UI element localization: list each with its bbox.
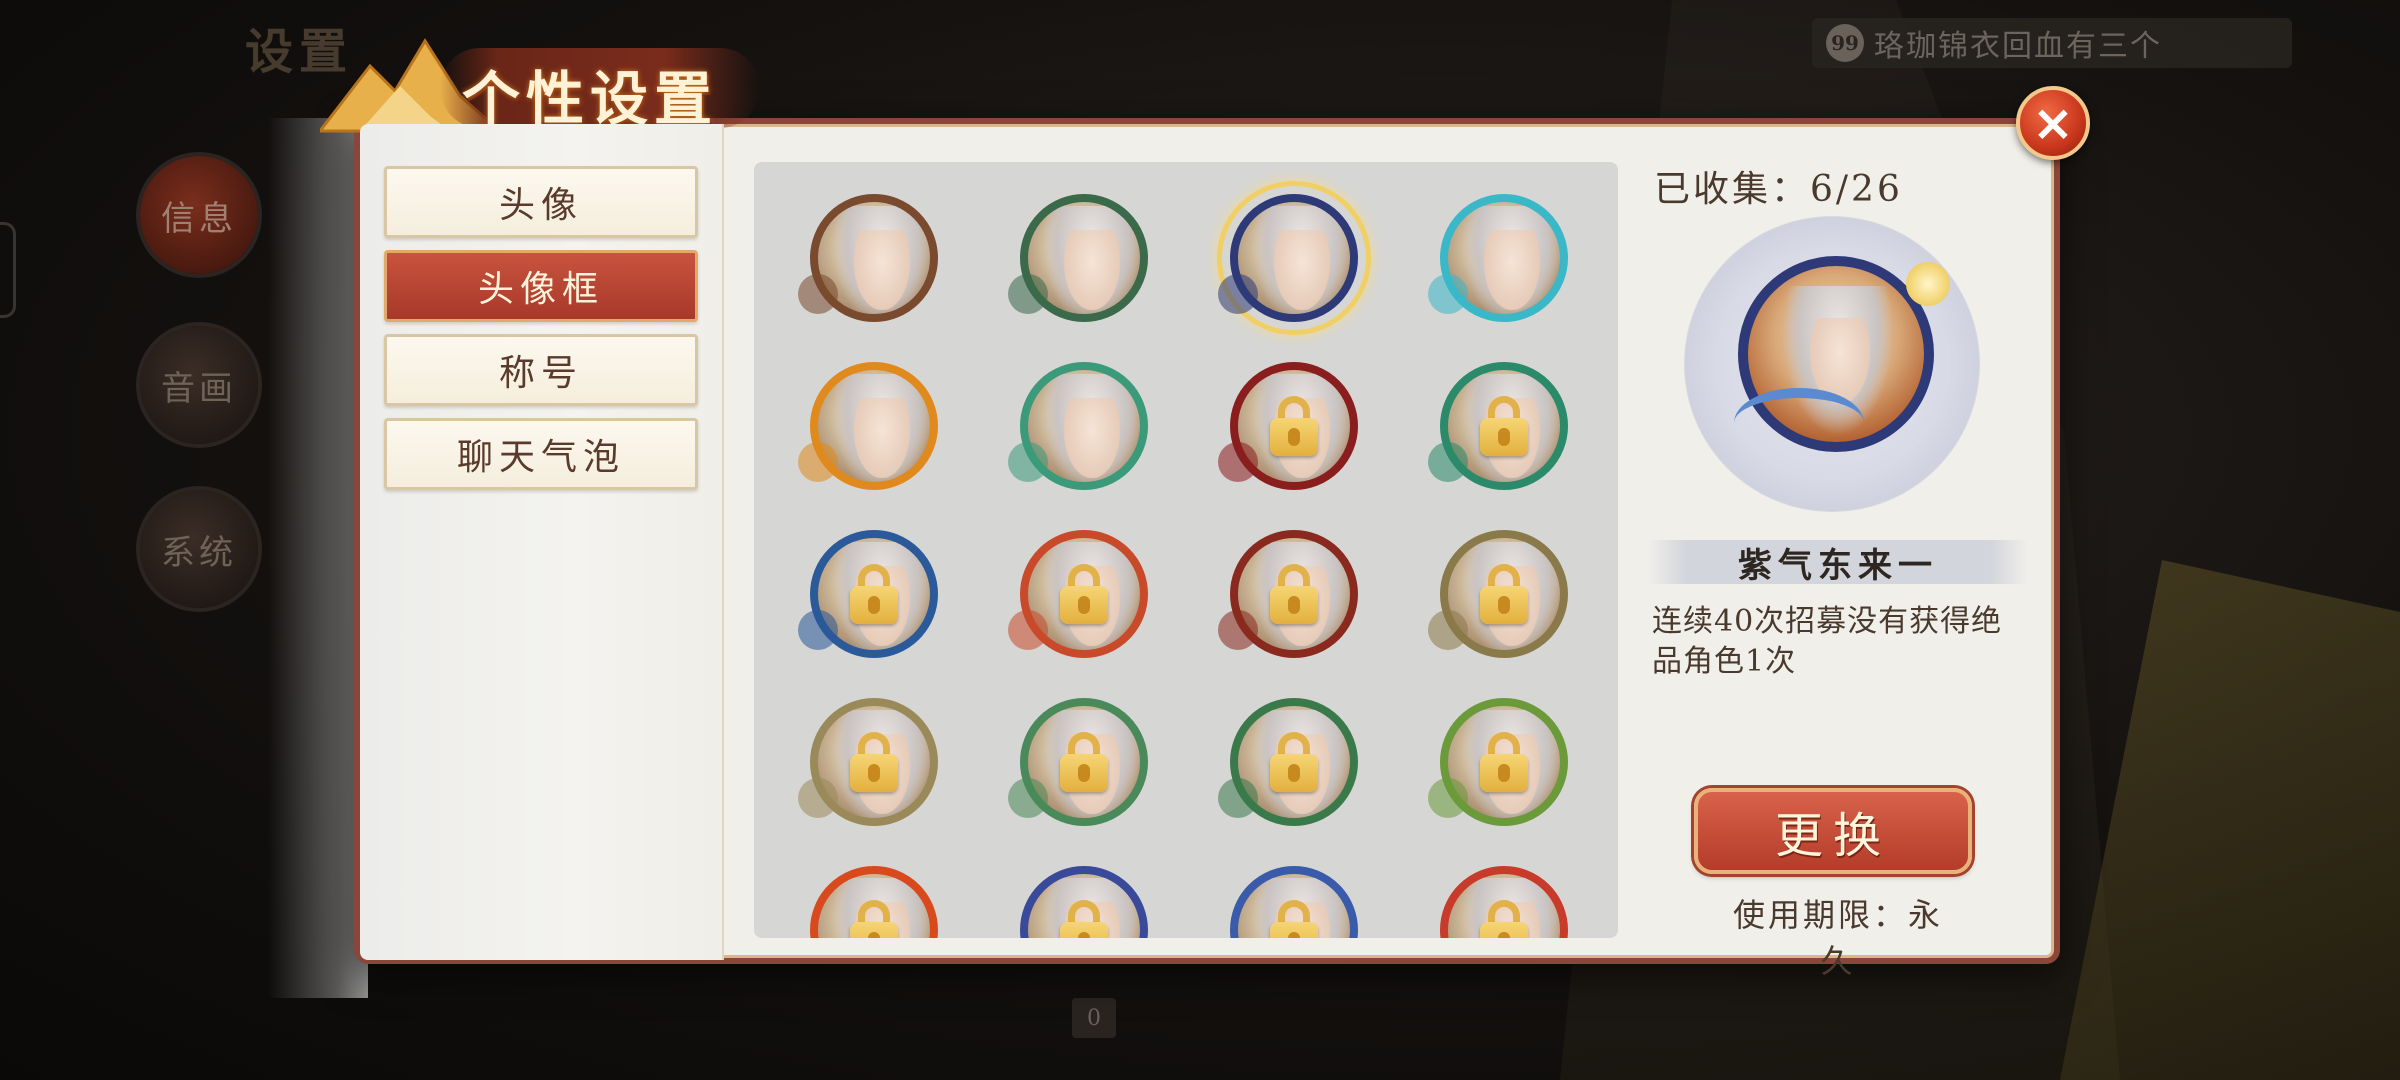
side-button-system[interactable]: 系统	[140, 490, 258, 608]
avatar-frame-item[interactable]	[794, 850, 954, 938]
avatar-frame-item[interactable]	[1424, 682, 1584, 842]
frame-ornament-icon	[1428, 274, 1468, 314]
avatar-frame-item[interactable]	[794, 514, 954, 674]
frame-ornament-icon	[1428, 778, 1468, 818]
avatar-frame-item[interactable]	[1004, 346, 1164, 506]
wave-ornament-icon	[1734, 388, 1864, 458]
avatar-frame-item[interactable]	[1004, 514, 1164, 674]
lock-icon	[1270, 732, 1318, 792]
frame-ornament-icon	[798, 442, 838, 482]
frame-ornament-icon	[1218, 610, 1258, 650]
frame-ornament-icon	[798, 778, 838, 818]
tab-avatar-frame[interactable]: 头像框	[384, 250, 698, 322]
lock-icon	[1480, 564, 1528, 624]
avatar-frame-item[interactable]	[1004, 682, 1164, 842]
tab-chat-bubble[interactable]: 聊天气泡	[384, 418, 698, 490]
avatar-frame-item[interactable]	[1424, 346, 1584, 506]
lock-icon	[1270, 564, 1318, 624]
lock-icon	[1480, 900, 1528, 938]
lock-icon	[850, 564, 898, 624]
portrait-face	[1064, 398, 1120, 478]
tab-title[interactable]: 称号	[384, 334, 698, 406]
lock-icon	[1480, 396, 1528, 456]
lock-icon	[850, 900, 898, 938]
frame-ornament-icon	[798, 610, 838, 650]
avatar-frame-item[interactable]	[1214, 514, 1374, 674]
avatar-frame-item[interactable]	[1214, 682, 1374, 842]
avatar-frame-item[interactable]	[1424, 514, 1584, 674]
portrait-face	[1484, 230, 1540, 310]
frame-ornament-icon	[1218, 274, 1258, 314]
avatar-frame-item[interactable]	[794, 682, 954, 842]
avatar-frame-item[interactable]	[1004, 178, 1164, 338]
frame-ornament-icon	[1428, 610, 1468, 650]
frame-ornament-icon	[1218, 442, 1258, 482]
frame-description: 连续40次招募没有获得绝品角色1次	[1652, 604, 2003, 679]
frame-ornament-icon	[1428, 442, 1468, 482]
lock-icon	[1270, 900, 1318, 938]
lock-icon	[1060, 564, 1108, 624]
lock-icon	[1060, 900, 1108, 938]
dialog-mist-edge	[268, 118, 368, 998]
frame-ornament-icon	[1008, 778, 1048, 818]
frame-ornament-icon	[1008, 274, 1048, 314]
usage-duration: 使用期限：永久	[1732, 896, 1943, 980]
side-button-info[interactable]: 信息	[140, 156, 258, 274]
lock-icon	[1480, 732, 1528, 792]
change-button[interactable]: 更换	[1694, 788, 1972, 874]
avatar-frame-item[interactable]	[1214, 850, 1374, 938]
frame-ornament-icon	[798, 274, 838, 314]
chat-ticker[interactable]: 99 珞珈锦衣回血有三个	[1812, 18, 2292, 68]
left-edge-tab[interactable]	[0, 222, 16, 318]
portrait-face	[1274, 230, 1330, 310]
tab-avatar[interactable]: 头像	[384, 166, 698, 238]
portrait-face	[1064, 230, 1120, 310]
avatar-frame-item[interactable]	[1004, 850, 1164, 938]
close-button[interactable]: ×	[2016, 86, 2090, 160]
portrait-face	[854, 230, 910, 310]
frame-grid[interactable]	[754, 162, 1618, 938]
lock-icon	[850, 732, 898, 792]
lock-icon	[1060, 732, 1108, 792]
frame-name: 紫气东来一	[1648, 540, 2028, 586]
avatar-frame-item[interactable]	[794, 346, 954, 506]
collected-count: 已收集：6/26	[1654, 169, 1903, 210]
avatar-frame-item[interactable]	[1214, 178, 1374, 338]
frame-ornament-icon	[1218, 778, 1258, 818]
close-icon: ×	[2032, 94, 2074, 152]
moon-ornament-icon	[1906, 262, 1950, 306]
background-character-robe	[2060, 560, 2400, 1080]
avatar-frame-item[interactable]	[1424, 178, 1584, 338]
avatar-frame-item[interactable]	[1214, 346, 1374, 506]
lock-icon	[1270, 396, 1318, 456]
avatar-frame-item[interactable]	[1424, 850, 1584, 938]
portrait-face	[854, 398, 910, 478]
chat-bubble-icon: 99	[1826, 24, 1864, 62]
background-counter: 0	[1072, 998, 1116, 1038]
avatar-frame-item[interactable]	[794, 178, 954, 338]
chat-message: 珞珈锦衣回血有三个	[1874, 29, 2162, 64]
side-button-audio-video[interactable]: 音画	[140, 326, 258, 444]
frame-ornament-icon	[1008, 610, 1048, 650]
frame-ornament-icon	[1008, 442, 1048, 482]
